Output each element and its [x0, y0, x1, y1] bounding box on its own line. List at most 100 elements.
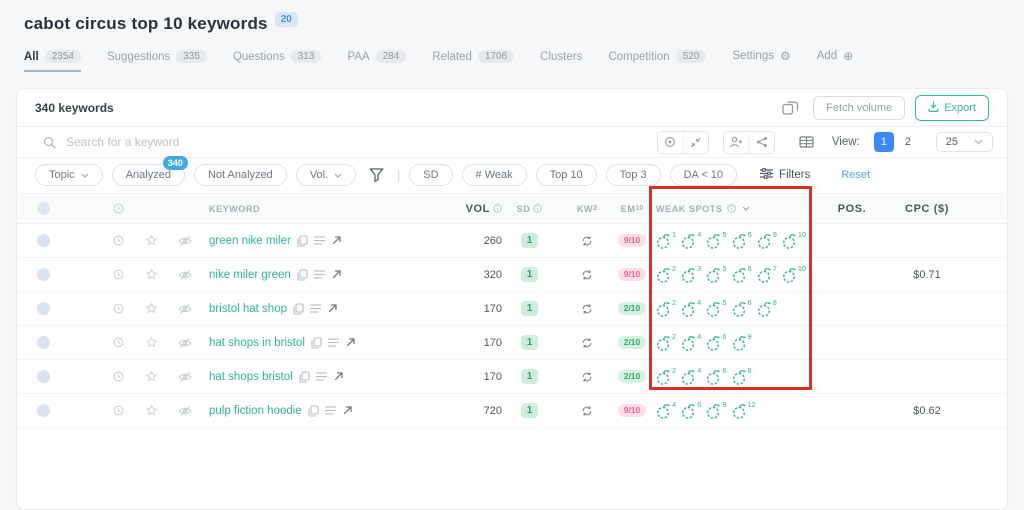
info-icon[interactable] [533, 204, 543, 213]
weak-spot-fruit-icon[interactable]: 1 [656, 230, 676, 249]
weak-spot-fruit-icon[interactable]: 4 [681, 230, 701, 249]
weak-spot-fruit-icon[interactable]: 2 [656, 298, 676, 317]
info-icon[interactable] [493, 204, 502, 213]
serp-list-icon[interactable] [310, 304, 321, 313]
keyword-link[interactable]: pulp fiction hoodie [209, 405, 302, 417]
weak-spot-fruit-icon[interactable]: 4 [656, 400, 676, 419]
fetch-volume-button[interactable]: Fetch volume [813, 95, 906, 120]
weak-spot-fruit-icon[interactable]: 4 [681, 298, 701, 317]
copy-icon[interactable] [293, 302, 304, 315]
merge-icon[interactable] [782, 100, 799, 115]
filter-pill-da-10[interactable]: DA < 10 [669, 164, 738, 186]
weak-spot-fruit-icon[interactable]: 5 [706, 298, 727, 317]
keyword-link[interactable]: hat shops in bristol [209, 337, 305, 349]
copy-icon[interactable] [311, 336, 322, 349]
assign-user-button[interactable] [723, 131, 749, 153]
weak-spots-header[interactable]: WEAK SPOTS [647, 204, 817, 214]
external-link-icon[interactable] [345, 337, 355, 348]
weak-spot-fruit-icon[interactable]: 10 [782, 264, 806, 283]
history-clock-icon[interactable] [113, 235, 124, 246]
tab-questions[interactable]: Questions 313 [233, 50, 322, 72]
refresh-icon[interactable] [581, 371, 593, 383]
sd-header[interactable]: SD [502, 204, 557, 214]
copy-icon[interactable] [299, 370, 310, 383]
row-checkbox[interactable] [37, 302, 50, 315]
filter-pill-weak[interactable]: # Weak [461, 164, 527, 186]
serp-list-icon[interactable] [327, 338, 339, 347]
filter-pill-vol[interactable]: Vol. [295, 164, 357, 186]
weak-spot-fruit-icon[interactable]: 8 [757, 298, 777, 317]
info-icon[interactable] [726, 204, 736, 213]
external-link-icon[interactable] [327, 303, 337, 314]
serp-list-icon[interactable] [324, 406, 336, 415]
weak-spot-fruit-icon[interactable]: 9 [706, 400, 727, 419]
external-link-icon[interactable] [331, 269, 341, 280]
weak-spot-fruit-icon[interactable]: 4 [681, 366, 701, 385]
weak-spot-fruit-icon[interactable]: 12 [732, 400, 756, 419]
page-button-2[interactable]: 2 [898, 132, 918, 152]
cpc-header[interactable]: CPC ($) [887, 203, 967, 215]
tab-suggestions[interactable]: Suggestions 335 [107, 50, 207, 72]
refresh-icon[interactable] [581, 337, 593, 349]
chevron-down-icon[interactable] [742, 206, 750, 211]
tab-add[interactable]: Add ⊕ [817, 49, 854, 72]
filter-pill-analyzed[interactable]: Analyzed 340 [111, 156, 188, 186]
tab-all[interactable]: All 2354 [24, 50, 81, 72]
hide-eye-off-icon[interactable] [177, 371, 192, 383]
refresh-icon[interactable] [581, 303, 593, 315]
hide-eye-off-icon[interactable] [177, 303, 192, 315]
weak-spot-fruit-icon[interactable]: 2 [656, 366, 676, 385]
filter-pill-topic[interactable]: Topic [35, 164, 103, 186]
weak-spot-fruit-icon[interactable]: 6 [706, 366, 727, 385]
external-link-icon[interactable] [342, 405, 352, 416]
weak-spot-fruit-icon[interactable]: 3 [681, 264, 701, 283]
share-button[interactable] [748, 131, 774, 153]
star-icon[interactable] [145, 268, 158, 281]
reset-link[interactable]: Reset [841, 169, 870, 181]
external-link-icon[interactable] [331, 235, 341, 246]
history-clock-icon[interactable] [113, 269, 124, 280]
weak-spot-fruit-icon[interactable]: 6 [732, 230, 752, 249]
history-clock-icon[interactable] [113, 337, 124, 348]
tab-related[interactable]: Related 1706 [432, 50, 515, 72]
weak-spot-fruit-icon[interactable]: 5 [706, 230, 727, 249]
weak-spot-fruit-icon[interactable]: 8 [732, 366, 752, 385]
history-clock-icon[interactable] [113, 405, 124, 416]
kw-header[interactable]: KW 2 [557, 204, 617, 214]
filter-pill-sd[interactable]: SD [409, 164, 453, 186]
target-button[interactable] [657, 131, 683, 153]
weak-spot-fruit-icon[interactable]: 2 [656, 264, 676, 283]
filter-pill-top-10[interactable]: Top 10 [535, 164, 597, 186]
weak-spot-fruit-icon[interactable]: 6 [732, 298, 752, 317]
filter-pill-top-3[interactable]: Top 3 [605, 164, 661, 186]
weak-spot-fruit-icon[interactable]: 5 [706, 264, 727, 283]
keyword-link[interactable]: hat shops bristol [209, 371, 293, 383]
export-button[interactable]: Export [915, 94, 989, 121]
copy-icon[interactable] [308, 404, 319, 417]
row-checkbox[interactable] [37, 370, 50, 383]
refresh-icon[interactable] [581, 235, 593, 247]
filters-button[interactable]: Filters [754, 167, 816, 183]
hide-eye-off-icon[interactable] [177, 269, 192, 281]
search-input[interactable] [64, 134, 643, 150]
em-header[interactable]: EM 10 [617, 204, 647, 214]
weak-spot-fruit-icon[interactable]: 6 [681, 400, 701, 419]
history-clock-icon[interactable] [113, 371, 124, 382]
filter-pill-not-analyzed[interactable]: Not Analyzed [193, 164, 287, 186]
star-icon[interactable] [145, 234, 158, 247]
hide-eye-off-icon[interactable] [177, 337, 192, 349]
tab-settings[interactable]: Settings ⚙ [732, 49, 790, 72]
copy-icon[interactable] [297, 268, 308, 281]
serp-list-icon[interactable] [315, 372, 327, 381]
weak-spot-fruit-icon[interactable]: 4 [681, 332, 701, 351]
tab-paa[interactable]: PAA 284 [347, 50, 407, 72]
hide-eye-off-icon[interactable] [177, 235, 192, 247]
refresh-icon[interactable] [581, 269, 593, 281]
refresh-icon[interactable] [581, 405, 593, 417]
hide-eye-off-icon[interactable] [177, 405, 192, 417]
copy-icon[interactable] [297, 234, 308, 247]
weak-spot-fruit-icon[interactable]: 6 [732, 264, 752, 283]
funnel-icon[interactable] [365, 166, 388, 184]
weak-spot-fruit-icon[interactable]: 9 [732, 332, 752, 351]
per-page-select[interactable]: 25 [935, 132, 993, 152]
